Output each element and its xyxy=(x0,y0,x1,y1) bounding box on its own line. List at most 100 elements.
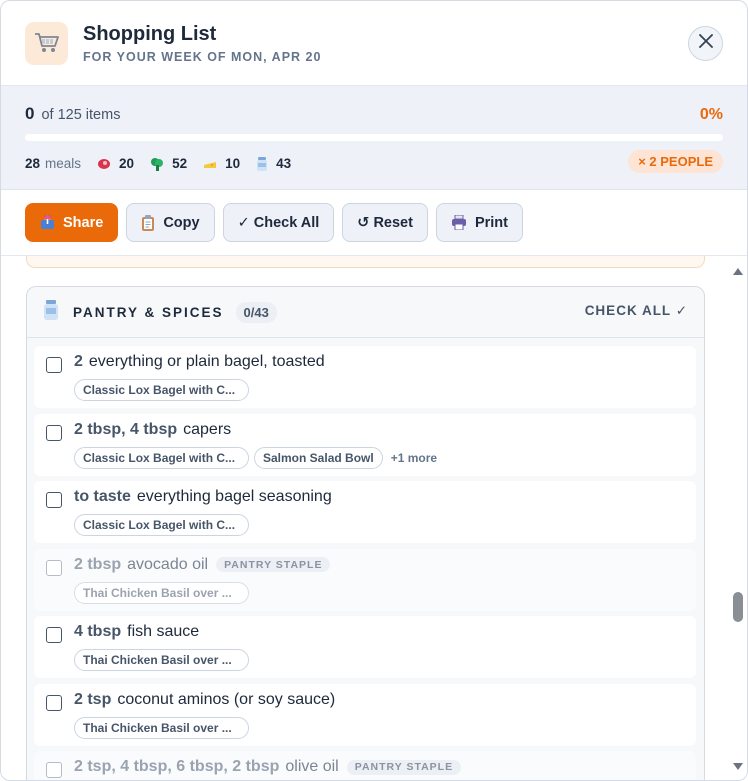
shopping-cart-icon xyxy=(25,21,68,65)
pantry-count: 43 xyxy=(276,156,292,171)
jar-icon xyxy=(256,156,268,171)
item-quantity: 2 tsp, 4 tbsp, 6 tbsp, 2 tbsp xyxy=(74,758,280,775)
scrollbar-thumb[interactable] xyxy=(733,592,743,622)
list-item: 2 tsp coconut aminos (or soy sauce) Thai C… xyxy=(34,683,696,746)
print-button[interactable]: Print xyxy=(435,203,523,242)
item-quantity: 4 tbsp xyxy=(74,623,122,640)
item-quantity: 2 tbsp xyxy=(74,555,122,573)
stat-produce: 52 xyxy=(150,156,187,171)
print-label: Print xyxy=(474,214,508,231)
section-title: PANTRY & SPICES xyxy=(73,304,224,320)
item-checkbox[interactable] xyxy=(46,762,62,778)
meals-label: meals xyxy=(45,156,82,171)
page-title: Shopping List xyxy=(83,23,217,45)
meat-icon xyxy=(97,157,111,171)
reset-button[interactable]: ↺ Reset xyxy=(342,203,428,242)
copy-button[interactable]: Copy xyxy=(126,203,215,242)
check-all-button[interactable]: ✓ Check All xyxy=(222,203,335,242)
item-checkbox[interactable] xyxy=(46,627,62,643)
recipe-tag[interactable]: Thai Chicken Basil over ... xyxy=(74,716,249,739)
check-all-label: ✓ Check All xyxy=(237,214,320,231)
recipe-tags: Classic Lox Bagel with C... Salmon Salad … xyxy=(74,446,437,469)
recipe-tags: Classic Lox Bagel with C... xyxy=(74,379,254,401)
list-scroll-area[interactable]: PANTRY & SPICES 0/43 CHECK ALL ✓ 2 everyt… xyxy=(1,256,731,780)
jar-icon xyxy=(43,299,59,325)
item-line: 4 tbsp fish sauce xyxy=(74,623,199,641)
stats-row: 28 meals 20 52 10 43 xyxy=(25,156,723,171)
share-label: Share xyxy=(63,214,104,231)
section-pantry-spices: PANTRY & SPICES 0/43 CHECK ALL ✓ 2 everyt… xyxy=(26,286,705,780)
item-quantity: 2 xyxy=(74,353,83,370)
printer-icon xyxy=(451,215,467,230)
item-checkbox[interactable] xyxy=(46,357,62,373)
item-quantity: 2 tsp xyxy=(74,690,112,708)
recipe-tag[interactable]: Classic Lox Bagel with C... xyxy=(74,446,249,469)
list-item: 2 tbsp avocado oil PANTRY STAPLE Thai Chick… xyxy=(34,548,696,611)
item-name: avocado oil xyxy=(127,555,209,573)
stat-dairy: 10 xyxy=(203,156,240,171)
meals-count: 28 xyxy=(25,156,41,171)
item-quantity: to taste xyxy=(74,488,131,505)
item-line: 2 everything or plain bagel, toasted xyxy=(74,353,325,371)
section-header: PANTRY & SPICES 0/43 CHECK ALL ✓ xyxy=(27,287,704,338)
recipe-tags: Thai Chicken Basil over ... xyxy=(74,581,254,604)
scroll-down-arrow-icon[interactable] xyxy=(733,758,743,776)
item-line: 2 tbsp, 4 tbsp capers xyxy=(74,421,231,439)
pantry-staple-badge: PANTRY STAPLE xyxy=(346,759,462,775)
close-icon xyxy=(698,34,713,53)
section-check-all-link[interactable]: CHECK ALL ✓ xyxy=(585,303,688,319)
recipe-tags: Classic Lox Bagel with C... xyxy=(74,514,254,536)
pantry-staple-badge: PANTRY STAPLE xyxy=(216,557,331,572)
dairy-count: 10 xyxy=(225,156,241,171)
previous-section-card xyxy=(26,256,705,268)
cheese-icon xyxy=(203,157,217,171)
scroll-up-arrow-icon[interactable] xyxy=(733,262,743,280)
stat-meals: 28 meals xyxy=(25,156,81,171)
progress-bar xyxy=(25,134,723,141)
item-line: 2 tsp, 4 tbsp, 6 tbsp, 2 tbsp olive oil PA… xyxy=(74,758,462,776)
item-checkbox[interactable] xyxy=(46,424,62,441)
item-checkbox[interactable] xyxy=(46,694,62,711)
stat-pantry: 43 xyxy=(256,156,291,171)
share-button[interactable]: Share xyxy=(25,203,119,242)
produce-count: 52 xyxy=(172,156,188,171)
broccoli-icon xyxy=(150,157,164,171)
recipe-tags: Thai Chicken Basil over ... xyxy=(74,716,254,739)
reset-label: ↺ Reset xyxy=(357,214,413,231)
list-item: 2 tsp, 4 tbsp, 6 tbsp, 2 tbsp olive oil PA… xyxy=(34,751,696,780)
week-subtitle: FOR YOUR WEEK OF MON, APR 20 xyxy=(83,50,322,64)
recipe-tag[interactable]: Classic Lox Bagel with C... xyxy=(74,379,249,401)
item-line: to taste everything bagel seasoning xyxy=(74,488,332,506)
recipe-tag[interactable]: Classic Lox Bagel with C... xyxy=(74,514,249,536)
progress-panel: 0 of 125 items 0% 28 meals 20 52 10 43 ×… xyxy=(1,86,747,190)
list-item: 4 tbsp fish sauce Thai Chicken Basil over … xyxy=(34,616,696,678)
section-count-badge: 0/43 xyxy=(235,301,277,323)
total-items-text: of 125 items xyxy=(41,107,121,123)
clipboard-icon xyxy=(141,214,155,231)
recipe-tags: Thai Chicken Basil over ... xyxy=(74,649,254,671)
item-checkbox[interactable] xyxy=(46,559,62,576)
copy-label: Copy xyxy=(163,214,200,231)
modal-header: Shopping List FOR YOUR WEEK OF MON, APR … xyxy=(1,1,747,86)
shopping-list-modal: Shopping List FOR YOUR WEEK OF MON, APR … xyxy=(0,0,748,781)
item-line: 2 tbsp avocado oil PANTRY STAPLE xyxy=(74,555,331,574)
item-name: olive oil xyxy=(285,758,339,775)
recipe-tag[interactable]: Salmon Salad Bowl xyxy=(254,446,383,469)
recipe-tag[interactable]: Thai Chicken Basil over ... xyxy=(74,649,249,671)
scrollbar[interactable] xyxy=(729,256,747,780)
progress-percent: 0% xyxy=(699,106,723,123)
item-name: coconut aminos (or soy sauce) xyxy=(117,690,336,708)
close-button[interactable] xyxy=(688,26,723,61)
stat-protein: 20 xyxy=(97,156,134,171)
item-line: 2 tsp coconut aminos (or soy sauce) xyxy=(74,691,335,709)
item-checkbox[interactable] xyxy=(46,492,62,508)
recipe-tag[interactable]: Thai Chicken Basil over ... xyxy=(74,581,249,604)
more-recipes-link[interactable]: +1 more xyxy=(391,451,437,465)
people-badge: × 2 PEOPLE xyxy=(628,150,723,173)
checked-count: 0 xyxy=(25,104,35,123)
item-name: everything bagel seasoning xyxy=(136,488,332,505)
item-name: fish sauce xyxy=(127,623,200,640)
share-icon xyxy=(40,215,55,230)
list-item: to taste everything bagel seasoning Classi… xyxy=(34,481,696,543)
protein-count: 20 xyxy=(119,156,135,171)
